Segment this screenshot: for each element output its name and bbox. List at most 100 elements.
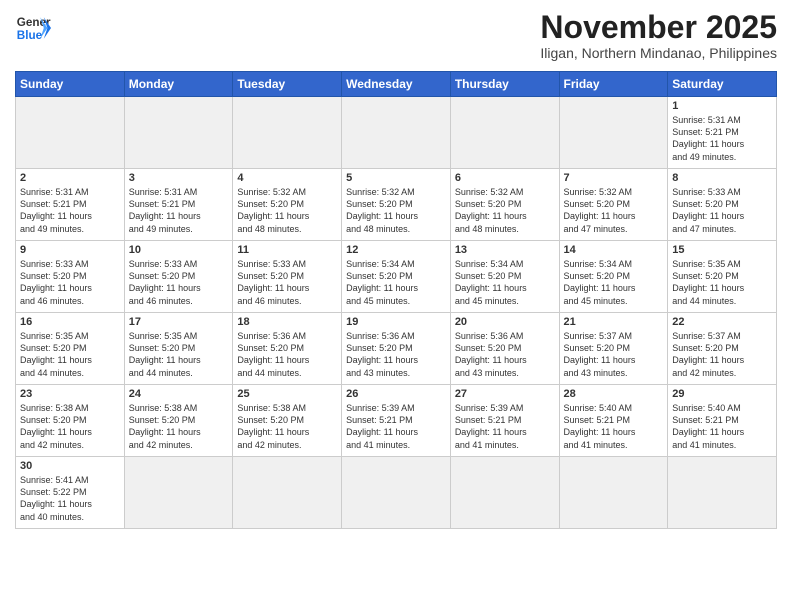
weekday-header-tuesday: Tuesday [233, 72, 342, 97]
calendar-cell [450, 457, 559, 529]
day-info: Sunrise: 5:38 AM Sunset: 5:20 PM Dayligh… [129, 402, 229, 451]
day-info: Sunrise: 5:35 AM Sunset: 5:20 PM Dayligh… [129, 330, 229, 379]
day-number: 17 [129, 316, 229, 328]
day-info: Sunrise: 5:34 AM Sunset: 5:20 PM Dayligh… [564, 258, 664, 307]
day-number: 10 [129, 244, 229, 256]
calendar-cell: 20 Sunrise: 5:36 AM Sunset: 5:20 PM Dayli… [450, 313, 559, 385]
day-number: 18 [237, 316, 337, 328]
month-title: November 2025 [540, 10, 777, 45]
title-block: November 2025 Iligan, Northern Mindanao,… [540, 10, 777, 61]
calendar-cell [668, 457, 777, 529]
day-info: Sunrise: 5:36 AM Sunset: 5:20 PM Dayligh… [346, 330, 446, 379]
calendar-cell: 26 Sunrise: 5:39 AM Sunset: 5:21 PM Dayli… [342, 385, 451, 457]
calendar-cell: 23Sunrise: 5:38 AM Sunset: 5:20 PM Dayli… [16, 385, 125, 457]
day-info: Sunrise: 5:35 AM Sunset: 5:20 PM Dayligh… [20, 330, 120, 379]
day-number: 9 [20, 244, 120, 256]
day-info: Sunrise: 5:39 AM Sunset: 5:21 PM Dayligh… [455, 402, 555, 451]
calendar-cell: 9 Sunrise: 5:33 AM Sunset: 5:20 PM Daylig… [16, 241, 125, 313]
calendar-table: SundayMondayTuesdayWednesdayThursdayFrid… [15, 71, 777, 529]
calendar-cell: 25Sunrise: 5:38 AM Sunset: 5:20 PM Dayli… [233, 385, 342, 457]
calendar-week-4: 23 Sunrise: 5:38 AM Sunset: 5:20 PM Dayli… [16, 385, 777, 457]
day-info: Sunrise: 5:32 AM Sunset: 5:20 PM Dayligh… [237, 186, 337, 235]
calendar-cell: 15Sunrise: 5:35 AM Sunset: 5:20 PM Dayli… [668, 241, 777, 313]
calendar-cell: 29 Sunrise: 5:40 AM Sunset: 5:21 PM Dayli… [668, 385, 777, 457]
calendar-cell: 3Sunrise: 5:31 AM Sunset: 5:21 PM Daylig… [124, 169, 233, 241]
calendar-cell: 5 Sunrise: 5:32 AM Sunset: 5:20 PM Daylig… [342, 169, 451, 241]
day-info: Sunrise: 5:40 AM Sunset: 5:21 PM Dayligh… [672, 402, 772, 451]
day-info: Sunrise: 5:34 AM Sunset: 5:20 PM Dayligh… [346, 258, 446, 307]
day-info: Sunrise: 5:34 AM Sunset: 5:20 PM Dayligh… [455, 258, 555, 307]
day-number: 14 [564, 244, 664, 256]
day-info: Sunrise: 5:37 AM Sunset: 5:20 PM Dayligh… [672, 330, 772, 379]
calendar-cell: 6Sunrise: 5:32 AM Sunset: 5:20 PM Daylig… [450, 169, 559, 241]
day-info: Sunrise: 5:32 AM Sunset: 5:20 PM Dayligh… [564, 186, 664, 235]
calendar-cell: 28 Sunrise: 5:40 AM Sunset: 5:21 PM Dayli… [559, 385, 668, 457]
calendar-cell [342, 457, 451, 529]
weekday-header-monday: Monday [124, 72, 233, 97]
day-info: Sunrise: 5:33 AM Sunset: 5:20 PM Dayligh… [237, 258, 337, 307]
day-info: Sunrise: 5:32 AM Sunset: 5:20 PM Dayligh… [455, 186, 555, 235]
day-info: Sunrise: 5:37 AM Sunset: 5:20 PM Dayligh… [564, 330, 664, 379]
calendar-week-3: 16 Sunrise: 5:35 AM Sunset: 5:20 PM Dayli… [16, 313, 777, 385]
day-info: Sunrise: 5:36 AM Sunset: 5:20 PM Dayligh… [237, 330, 337, 379]
day-info: Sunrise: 5:32 AM Sunset: 5:20 PM Dayligh… [346, 186, 446, 235]
calendar-cell [124, 457, 233, 529]
calendar-cell: 11 Sunrise: 5:33 AM Sunset: 5:20 PM Dayli… [233, 241, 342, 313]
calendar-cell: 27 Sunrise: 5:39 AM Sunset: 5:21 PM Dayli… [450, 385, 559, 457]
day-info: Sunrise: 5:31 AM Sunset: 5:21 PM Dayligh… [672, 114, 772, 163]
day-number: 7 [564, 172, 664, 184]
calendar-cell [124, 97, 233, 169]
day-info: Sunrise: 5:36 AM Sunset: 5:20 PM Dayligh… [455, 330, 555, 379]
day-number: 29 [672, 388, 772, 400]
day-number: 16 [20, 316, 120, 328]
day-number: 22 [672, 316, 772, 328]
calendar-week-0: 1Sunrise: 5:31 AM Sunset: 5:21 PM Daylig… [16, 97, 777, 169]
day-info: Sunrise: 5:41 AM Sunset: 5:22 PM Dayligh… [20, 474, 120, 523]
day-number: 30 [20, 460, 120, 472]
weekday-header-saturday: Saturday [668, 72, 777, 97]
calendar-week-2: 9 Sunrise: 5:33 AM Sunset: 5:20 PM Daylig… [16, 241, 777, 313]
day-number: 15 [672, 244, 772, 256]
calendar-week-1: 2Sunrise: 5:31 AM Sunset: 5:21 PM Daylig… [16, 169, 777, 241]
page: General Blue November 2025 Iligan, North… [0, 0, 792, 539]
logo: General Blue [15, 10, 51, 46]
day-number: 8 [672, 172, 772, 184]
day-info: Sunrise: 5:40 AM Sunset: 5:21 PM Dayligh… [564, 402, 664, 451]
day-number: 26 [346, 388, 446, 400]
calendar-cell: 8 Sunrise: 5:33 AM Sunset: 5:20 PM Daylig… [668, 169, 777, 241]
calendar-cell: 2Sunrise: 5:31 AM Sunset: 5:21 PM Daylig… [16, 169, 125, 241]
weekday-header-thursday: Thursday [450, 72, 559, 97]
day-number: 12 [346, 244, 446, 256]
day-info: Sunrise: 5:33 AM Sunset: 5:20 PM Dayligh… [20, 258, 120, 307]
day-number: 3 [129, 172, 229, 184]
day-number: 11 [237, 244, 337, 256]
header: General Blue November 2025 Iligan, North… [15, 10, 777, 61]
calendar-cell [233, 457, 342, 529]
day-number: 23 [20, 388, 120, 400]
day-number: 4 [237, 172, 337, 184]
weekday-header-sunday: Sunday [16, 72, 125, 97]
day-number: 20 [455, 316, 555, 328]
calendar-cell [342, 97, 451, 169]
calendar-cell: 1Sunrise: 5:31 AM Sunset: 5:21 PM Daylig… [668, 97, 777, 169]
calendar-cell: 30 Sunrise: 5:41 AM Sunset: 5:22 PM Dayli… [16, 457, 125, 529]
day-number: 24 [129, 388, 229, 400]
day-info: Sunrise: 5:38 AM Sunset: 5:20 PM Dayligh… [237, 402, 337, 451]
calendar-cell [233, 97, 342, 169]
day-info: Sunrise: 5:39 AM Sunset: 5:21 PM Dayligh… [346, 402, 446, 451]
calendar-cell: 18 Sunrise: 5:36 AM Sunset: 5:20 PM Dayli… [233, 313, 342, 385]
day-info: Sunrise: 5:31 AM Sunset: 5:21 PM Dayligh… [20, 186, 120, 235]
weekday-header-wednesday: Wednesday [342, 72, 451, 97]
calendar-cell: 21 Sunrise: 5:37 AM Sunset: 5:20 PM Dayli… [559, 313, 668, 385]
day-number: 21 [564, 316, 664, 328]
svg-text:Blue: Blue [17, 29, 43, 42]
location: Iligan, Northern Mindanao, Philippines [540, 45, 777, 61]
calendar-cell: 22 Sunrise: 5:37 AM Sunset: 5:20 PM Dayli… [668, 313, 777, 385]
day-number: 5 [346, 172, 446, 184]
day-info: Sunrise: 5:33 AM Sunset: 5:20 PM Dayligh… [672, 186, 772, 235]
weekday-header-row: SundayMondayTuesdayWednesdayThursdayFrid… [16, 72, 777, 97]
calendar-cell [559, 457, 668, 529]
day-number: 28 [564, 388, 664, 400]
calendar-cell: 10Sunrise: 5:33 AM Sunset: 5:20 PM Dayli… [124, 241, 233, 313]
day-number: 27 [455, 388, 555, 400]
